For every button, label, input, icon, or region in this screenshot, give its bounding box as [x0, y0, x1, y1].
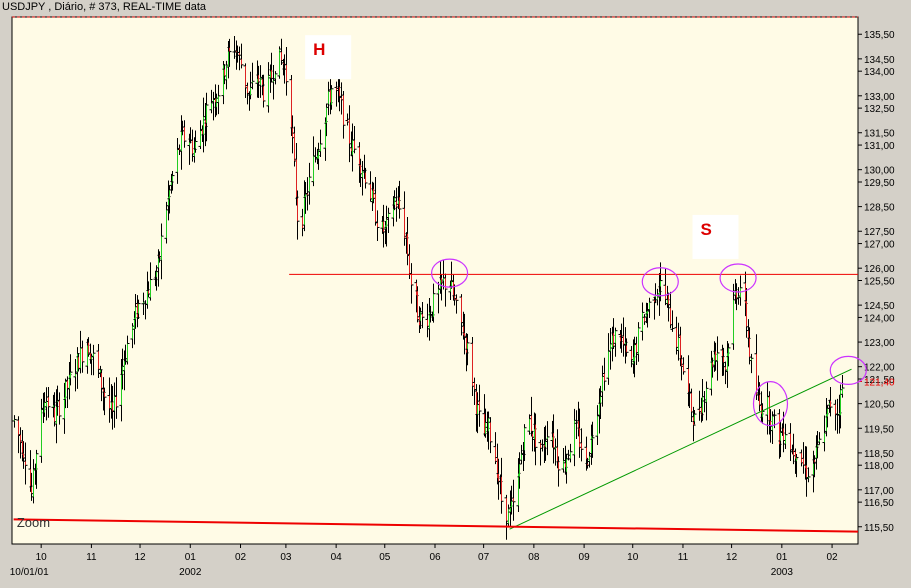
x-tick-label-11: 09 [579, 552, 591, 563]
chart-window: USDJPY , Diário, # 373, REAL-TIME data 1… [0, 0, 911, 588]
y-tick-label-13: 125,50 [864, 277, 895, 288]
y-tick-label-15: 124,00 [864, 313, 895, 324]
y-tick-label-9: 128,50 [864, 203, 895, 214]
annotation-h: H [313, 40, 325, 59]
y-tick-label-10: 127,50 [864, 227, 895, 238]
x-tick-label-15: 01 [776, 552, 788, 563]
x-tick-label-13: 11 [678, 552, 689, 563]
x-tick-label-1: 11 [86, 552, 97, 563]
x-year-label-15: 2003 [771, 567, 794, 578]
x-tick-label-6: 04 [331, 552, 343, 563]
y-tick-label-8: 129,50 [864, 178, 895, 189]
x-tick-label-7: 05 [379, 552, 391, 563]
y-tick-label-4: 132,50 [864, 104, 895, 115]
zoom-label: Zoom [17, 515, 50, 530]
y-tick-label-11: 127,00 [864, 240, 895, 251]
x-tick-label-9: 07 [478, 552, 490, 563]
y-tick-label-16: 123,00 [864, 338, 895, 349]
y-tick-label-19: 120,50 [864, 400, 895, 411]
last-price-label: 121,40 [864, 377, 895, 388]
y-tick-label-12: 126,00 [864, 264, 895, 275]
y-tick-label-5: 131,50 [864, 129, 895, 140]
annotation-box-0 [305, 35, 352, 80]
y-tick-label-14: 124,50 [864, 301, 895, 312]
annotation-box-1 [692, 214, 739, 259]
y-tick-label-7: 130,00 [864, 166, 895, 177]
x-tick-label-8: 06 [429, 552, 441, 563]
y-tick-label-22: 118,00 [864, 461, 894, 472]
y-tick-label-6: 131,00 [864, 141, 895, 152]
x-tick-label-5: 03 [280, 552, 292, 563]
y-tick-label-24: 116,50 [864, 498, 894, 509]
x-tick-label-14: 12 [726, 552, 738, 563]
x-tick-label-0: 10 [36, 552, 48, 563]
y-tick-label-17: 122,00 [864, 363, 895, 374]
x-year-label-0: 10/01/01 [10, 567, 49, 578]
y-tick-label-25: 115,50 [864, 523, 894, 534]
x-tick-label-2: 12 [134, 552, 146, 563]
x-tick-label-12: 10 [627, 552, 639, 563]
y-tick-label-0: 135,50 [864, 30, 895, 41]
x-tick-label-16: 02 [827, 552, 839, 563]
y-tick-label-23: 117,00 [864, 486, 894, 497]
y-tick-label-21: 118,50 [864, 449, 894, 460]
y-tick-label-1: 134,50 [864, 55, 895, 66]
x-tick-label-4: 02 [235, 552, 247, 563]
annotation-s: S [700, 220, 711, 239]
y-tick-label-2: 134,00 [864, 67, 895, 78]
x-tick-label-10: 08 [528, 552, 540, 563]
y-tick-label-20: 119,50 [864, 424, 894, 435]
y-tick-label-3: 133,00 [864, 92, 895, 103]
x-tick-label-3: 01 [185, 552, 197, 563]
x-year-label-3: 2002 [179, 567, 202, 578]
price-chart[interactable]: 135,50 134,50134,00 133,00132,50 131,50131,… [0, 0, 911, 588]
